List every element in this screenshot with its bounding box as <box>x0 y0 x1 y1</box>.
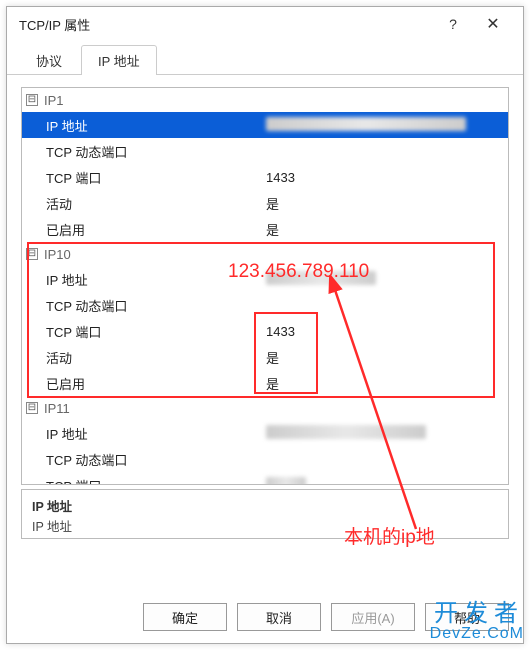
row-value <box>266 271 508 288</box>
close-icon[interactable]: ✕ <box>473 9 513 39</box>
section-header-ip10[interactable]: ⊟ IP10 <box>22 242 508 266</box>
row-label: TCP 端口 <box>46 322 266 341</box>
row-label: IP 地址 <box>46 270 266 289</box>
grid-row-enabled[interactable]: 已启用 是 <box>22 370 508 396</box>
row-label: TCP 动态端口 <box>46 296 266 315</box>
row-value: 1433 <box>266 170 508 185</box>
grid-row-ip[interactable]: IP 地址 <box>22 266 508 292</box>
grid-row-tcp-port[interactable]: TCP 端口 <box>22 472 508 485</box>
row-label: 活动 <box>46 194 266 213</box>
dialog-button-row: 确定 取消 应用(A) 帮助 <box>7 603 523 631</box>
row-value <box>266 117 508 134</box>
grid-row-active[interactable]: 活动 是 <box>22 190 508 216</box>
row-value: 1433 <box>266 324 508 339</box>
grid-row-dyn-port[interactable]: TCP 动态端口 <box>22 292 508 318</box>
section-header-ip11[interactable]: ⊟ IP11 <box>22 396 508 420</box>
tab-strip: 协议 IP 地址 <box>7 45 523 75</box>
collapse-icon[interactable]: ⊟ <box>26 248 38 260</box>
tab-protocol[interactable]: 协议 <box>19 45 79 74</box>
apply-button[interactable]: 应用(A) <box>331 603 415 631</box>
section-name: IP10 <box>44 247 71 262</box>
row-label: TCP 端口 <box>46 168 266 187</box>
grid-row-ip[interactable]: IP 地址 <box>22 112 508 138</box>
grid-row-enabled[interactable]: 已启用 是 <box>22 216 508 242</box>
desc-title: IP 地址 <box>32 496 498 515</box>
collapse-icon[interactable]: ⊟ <box>26 94 38 106</box>
row-label: TCP 端口 <box>46 476 266 486</box>
row-value: 是 <box>266 374 508 393</box>
grid-row-tcp-port[interactable]: TCP 端口 1433 <box>22 318 508 344</box>
dialog-title: TCP/IP 属性 <box>19 15 90 34</box>
grid-row-dyn-port[interactable]: TCP 动态端口 <box>22 446 508 472</box>
section-header-ip1[interactable]: ⊟ IP1 <box>22 88 508 112</box>
help-button[interactable]: 帮助 <box>425 603 509 631</box>
property-grid[interactable]: ⊟ IP1 IP 地址 TCP 动态端口 TCP 端口 1433 活动 是 已启… <box>21 87 509 485</box>
row-label: TCP 动态端口 <box>46 450 266 469</box>
section-name: IP11 <box>44 401 70 416</box>
content-area: ⊟ IP1 IP 地址 TCP 动态端口 TCP 端口 1433 活动 是 已启… <box>7 75 523 583</box>
grid-row-tcp-port[interactable]: TCP 端口 1433 <box>22 164 508 190</box>
help-icon[interactable]: ? <box>433 9 473 39</box>
cancel-button[interactable]: 取消 <box>237 603 321 631</box>
ok-button[interactable]: 确定 <box>143 603 227 631</box>
row-value <box>266 477 508 486</box>
row-label: IP 地址 <box>46 116 266 135</box>
titlebar: TCP/IP 属性 ? ✕ <box>7 7 523 41</box>
row-label: 已启用 <box>46 374 266 393</box>
row-value: 是 <box>266 348 508 367</box>
desc-text: IP 地址 <box>32 516 498 535</box>
row-label: 活动 <box>46 348 266 367</box>
collapse-icon[interactable]: ⊟ <box>26 402 38 414</box>
row-value <box>266 425 508 442</box>
description-panel: IP 地址 IP 地址 <box>21 489 509 539</box>
tab-ip-address[interactable]: IP 地址 <box>81 45 157 75</box>
row-value: 是 <box>266 194 508 213</box>
row-value: 是 <box>266 220 508 239</box>
row-label: 已启用 <box>46 220 266 239</box>
grid-row-active[interactable]: 活动 是 <box>22 344 508 370</box>
tcpip-properties-dialog: TCP/IP 属性 ? ✕ 协议 IP 地址 ⊟ IP1 IP 地址 TCP 动… <box>6 6 524 644</box>
grid-row-dyn-port[interactable]: TCP 动态端口 <box>22 138 508 164</box>
row-label: TCP 动态端口 <box>46 142 266 161</box>
row-label: IP 地址 <box>46 424 266 443</box>
section-name: IP1 <box>44 93 64 108</box>
grid-row-ip[interactable]: IP 地址 <box>22 420 508 446</box>
